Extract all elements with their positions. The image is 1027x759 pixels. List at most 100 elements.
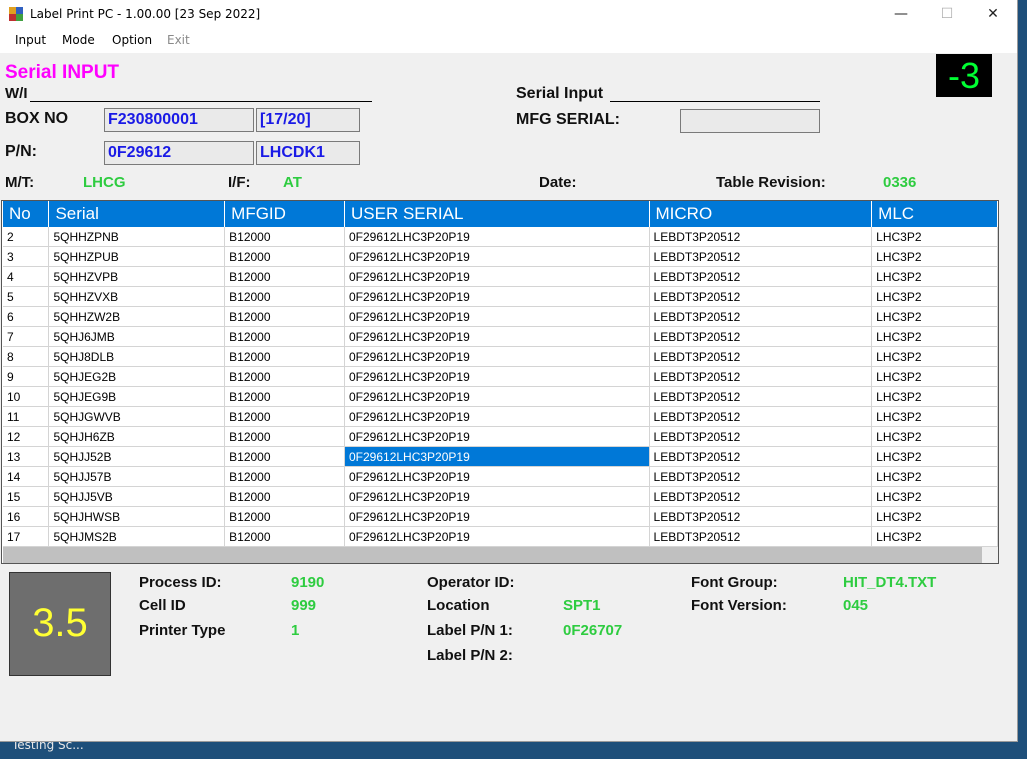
- cell-micro[interactable]: LEBDT3P20512: [649, 306, 873, 327]
- table-row[interactable]: 5 5QHHZVXB B12000 0F29612LHC3P20P19 LEBDT3P2…: [3, 286, 998, 307]
- cell-no[interactable]: 3: [3, 246, 50, 267]
- cell-mlc[interactable]: LHC3P2: [871, 366, 998, 387]
- cell-user-serial[interactable]: 0F29612LHC3P20P19: [344, 266, 650, 287]
- cell-user-serial[interactable]: 0F29612LHC3P20P19: [344, 506, 650, 527]
- cell-no[interactable]: 4: [3, 266, 50, 287]
- cell-serial[interactable]: 5QHJMS2B: [48, 526, 226, 547]
- table-row[interactable]: 2 5QHHZPNB B12000 0F29612LHC3P20P19 LEBDT3P2…: [3, 227, 998, 247]
- cell-no[interactable]: 7: [3, 326, 50, 347]
- cell-micro[interactable]: LEBDT3P20512: [649, 426, 873, 447]
- cell-mfgid[interactable]: B12000: [224, 266, 345, 287]
- cell-serial[interactable]: 5QHHZPUB: [48, 246, 226, 267]
- cell-no[interactable]: 6: [3, 306, 50, 327]
- column-header-serial[interactable]: Serial: [48, 201, 226, 227]
- cell-serial[interactable]: 5QHJHWSB: [48, 506, 226, 527]
- cell-user-serial[interactable]: 0F29612LHC3P20P19: [344, 406, 650, 427]
- cell-mfgid[interactable]: B12000: [224, 246, 345, 267]
- cell-user-serial[interactable]: 0F29612LHC3P20P19: [344, 366, 650, 387]
- cell-mlc[interactable]: LHC3P2: [871, 266, 998, 287]
- cell-user-serial[interactable]: 0F29612LHC3P20P19: [344, 446, 650, 467]
- cell-micro[interactable]: LEBDT3P20512: [649, 506, 873, 527]
- cell-mfgid[interactable]: B12000: [224, 426, 345, 447]
- cell-serial[interactable]: 5QHJEG9B: [48, 386, 226, 407]
- table-row[interactable]: 10 5QHJEG9B B12000 0F29612LHC3P20P19 LEBDT3P…: [3, 386, 998, 407]
- cell-serial[interactable]: 5QHJJ5VB: [48, 486, 226, 507]
- cell-user-serial[interactable]: 0F29612LHC3P20P19: [344, 326, 650, 347]
- cell-serial[interactable]: 5QHHZVXB: [48, 286, 226, 307]
- cell-mfgid[interactable]: B12000: [224, 346, 345, 367]
- table-row[interactable]: 15 5QHJJ5VB B12000 0F29612LHC3P20P19 LEBDT3P…: [3, 486, 998, 507]
- maximize-button[interactable]: ☐: [924, 0, 970, 29]
- cell-no[interactable]: 11: [3, 406, 50, 427]
- cell-mlc[interactable]: LHC3P2: [871, 346, 998, 367]
- box-count-field[interactable]: [17/20]: [256, 108, 360, 132]
- cell-micro[interactable]: LEBDT3P20512: [649, 227, 873, 247]
- cell-mlc[interactable]: LHC3P2: [871, 246, 998, 267]
- cell-no[interactable]: 16: [3, 506, 50, 527]
- cell-micro[interactable]: LEBDT3P20512: [649, 366, 873, 387]
- cell-no[interactable]: 2: [3, 227, 50, 247]
- cell-mfgid[interactable]: B12000: [224, 526, 345, 547]
- title-bar[interactable]: Label Print PC - 1.00.00 [23 Sep 2022] —…: [0, 0, 1017, 29]
- cell-mfgid[interactable]: B12000: [224, 306, 345, 327]
- cell-mlc[interactable]: LHC3P2: [871, 326, 998, 347]
- cell-micro[interactable]: LEBDT3P20512: [649, 246, 873, 267]
- cell-no[interactable]: 5: [3, 286, 50, 307]
- cell-micro[interactable]: LEBDT3P20512: [649, 286, 873, 307]
- cell-user-serial[interactable]: 0F29612LHC3P20P19: [344, 486, 650, 507]
- mfg-serial-field[interactable]: [680, 109, 820, 133]
- table-row[interactable]: 6 5QHHZW2B B12000 0F29612LHC3P20P19 LEBDT3P2…: [3, 306, 998, 327]
- cell-mlc[interactable]: LHC3P2: [871, 386, 998, 407]
- cell-mlc[interactable]: LHC3P2: [871, 426, 998, 447]
- cell-serial[interactable]: 5QHHZPNB: [48, 227, 226, 247]
- menu-exit[interactable]: Exit: [167, 33, 190, 47]
- table-row[interactable]: 12 5QHJH6ZB B12000 0F29612LHC3P20P19 LEBDT3P…: [3, 426, 998, 447]
- cell-micro[interactable]: LEBDT3P20512: [649, 386, 873, 407]
- table-row[interactable]: 11 5QHJGWVB B12000 0F29612LHC3P20P19 LEBDT3P…: [3, 406, 998, 427]
- pn-field[interactable]: 0F29612: [104, 141, 254, 165]
- cell-micro[interactable]: LEBDT3P20512: [649, 346, 873, 367]
- column-header-no[interactable]: No: [3, 201, 50, 227]
- cell-serial[interactable]: 5QHJ6JMB: [48, 326, 226, 347]
- pn-suffix-field[interactable]: LHCDK1: [256, 141, 360, 165]
- column-header-user-serial[interactable]: USER SERIAL: [344, 201, 650, 227]
- cell-serial[interactable]: 5QHJJ57B: [48, 466, 226, 487]
- table-row[interactable]: 3 5QHHZPUB B12000 0F29612LHC3P20P19 LEBDT3P2…: [3, 246, 998, 267]
- cell-serial[interactable]: 5QHHZW2B: [48, 306, 226, 327]
- cell-serial[interactable]: 5QHJJ52B: [48, 446, 226, 467]
- cell-micro[interactable]: LEBDT3P20512: [649, 406, 873, 427]
- table-row[interactable]: 13 5QHJJ52B B12000 0F29612LHC3P20P19 LEBDT3P…: [3, 446, 998, 467]
- cell-mlc[interactable]: LHC3P2: [871, 286, 998, 307]
- wi-input-line[interactable]: [30, 101, 372, 102]
- cell-no[interactable]: 14: [3, 466, 50, 487]
- cell-mlc[interactable]: LHC3P2: [871, 227, 998, 247]
- cell-mfgid[interactable]: B12000: [224, 326, 345, 347]
- table-row[interactable]: 9 5QHJEG2B B12000 0F29612LHC3P20P19 LEBDT3P2…: [3, 366, 998, 387]
- menu-input[interactable]: Input: [15, 33, 46, 47]
- column-header-micro[interactable]: MICRO: [649, 201, 873, 227]
- cell-mfgid[interactable]: B12000: [224, 386, 345, 407]
- cell-no[interactable]: 12: [3, 426, 50, 447]
- cell-no[interactable]: 13: [3, 446, 50, 467]
- cell-user-serial[interactable]: 0F29612LHC3P20P19: [344, 227, 650, 247]
- cell-mlc[interactable]: LHC3P2: [871, 306, 998, 327]
- cell-micro[interactable]: LEBDT3P20512: [649, 466, 873, 487]
- cell-mfgid[interactable]: B12000: [224, 406, 345, 427]
- cell-mlc[interactable]: LHC3P2: [871, 446, 998, 467]
- cell-mlc[interactable]: LHC3P2: [871, 506, 998, 527]
- minimize-button[interactable]: —: [878, 0, 924, 29]
- cell-mfgid[interactable]: B12000: [224, 486, 345, 507]
- cell-user-serial[interactable]: 0F29612LHC3P20P19: [344, 346, 650, 367]
- cell-user-serial[interactable]: 0F29612LHC3P20P19: [344, 286, 650, 307]
- cell-user-serial[interactable]: 0F29612LHC3P20P19: [344, 306, 650, 327]
- cell-mfgid[interactable]: B12000: [224, 466, 345, 487]
- cell-micro[interactable]: LEBDT3P20512: [649, 486, 873, 507]
- cell-micro[interactable]: LEBDT3P20512: [649, 446, 873, 467]
- cell-mfgid[interactable]: B12000: [224, 506, 345, 527]
- table-row[interactable]: 14 5QHJJ57B B12000 0F29612LHC3P20P19 LEBDT3P…: [3, 466, 998, 487]
- cell-mfgid[interactable]: B12000: [224, 366, 345, 387]
- cell-mlc[interactable]: LHC3P2: [871, 466, 998, 487]
- cell-serial[interactable]: 5QHJEG2B: [48, 366, 226, 387]
- cell-micro[interactable]: LEBDT3P20512: [649, 326, 873, 347]
- cell-mlc[interactable]: LHC3P2: [871, 486, 998, 507]
